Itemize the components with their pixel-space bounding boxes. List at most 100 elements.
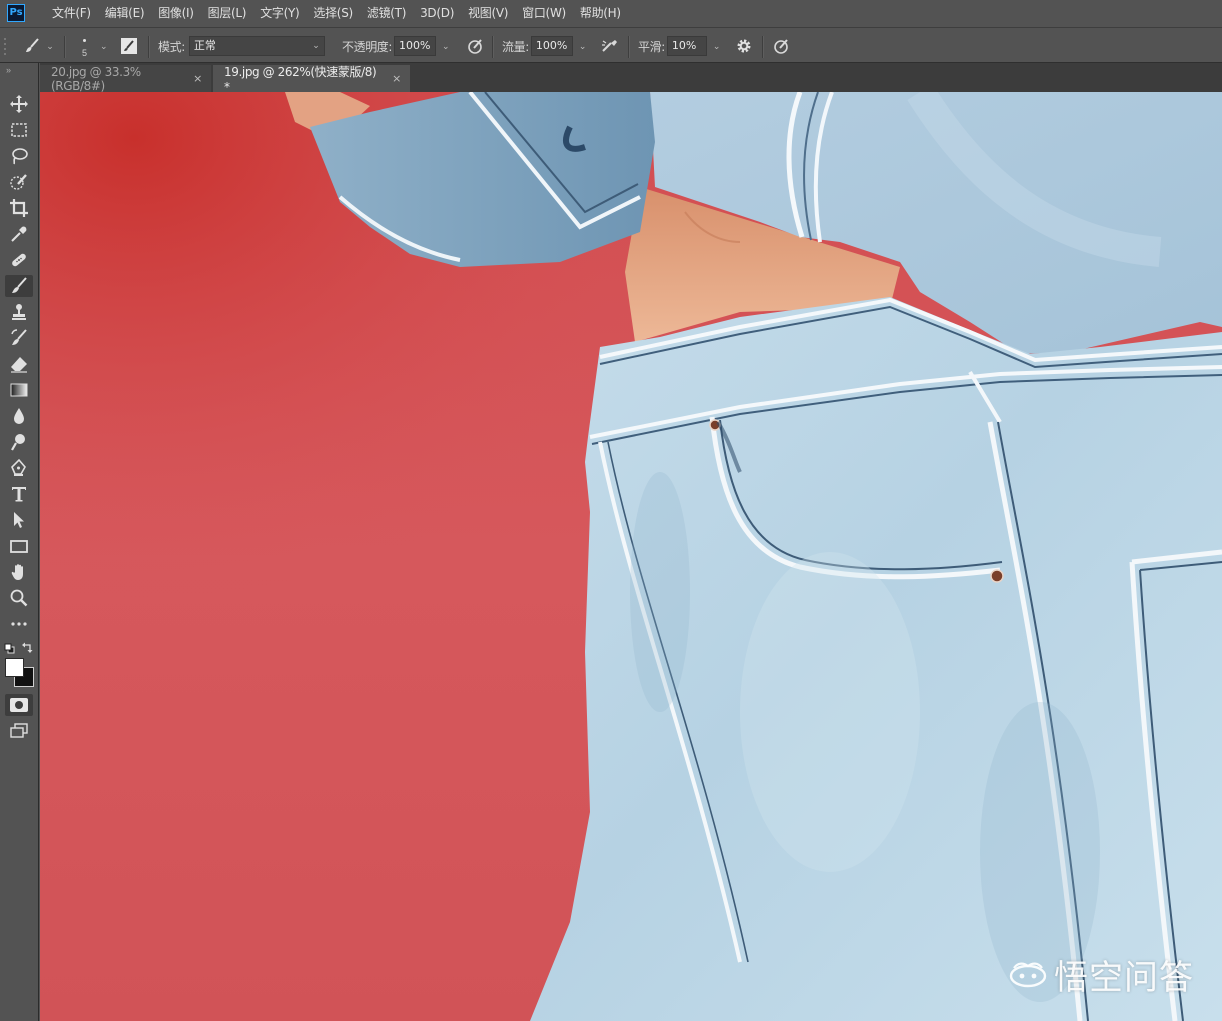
menu-window[interactable]: 窗口(W) — [515, 0, 573, 26]
watermark: 悟空问答 — [1008, 950, 1194, 999]
crop-tool[interactable] — [5, 197, 33, 219]
pressure-size-button[interactable] — [770, 28, 792, 64]
move-icon — [10, 95, 28, 113]
menu-layer[interactable]: 图层(L) — [201, 0, 254, 26]
foreground-color-swatch[interactable] — [5, 658, 24, 677]
options-grip-icon — [4, 28, 8, 64]
zoom-tool[interactable] — [5, 587, 33, 609]
airbrush-button[interactable] — [598, 28, 622, 64]
type-icon — [12, 487, 26, 502]
chevron-down-icon: ⌄ — [312, 41, 320, 51]
menu-select[interactable]: 选择(S) — [306, 0, 359, 26]
clone-stamp-tool[interactable] — [5, 301, 33, 323]
brush-preset-icon — [26, 38, 39, 52]
brush-icon — [12, 277, 27, 293]
menu-filter[interactable]: 滤镜(T) — [360, 0, 413, 26]
canvas-image — [40, 92, 1222, 1021]
photoshop-logo[interactable]: Ps — [7, 4, 25, 22]
mode-label: 模式: — [158, 39, 185, 54]
marquee-icon — [11, 123, 27, 137]
screen-mode-icon — [10, 723, 28, 738]
flow-input[interactable]: 100% — [530, 36, 573, 56]
brush-settings-button[interactable] — [118, 28, 140, 64]
hand-tool[interactable] — [5, 561, 33, 583]
document-canvas[interactable]: 悟空问答 — [40, 92, 1222, 1021]
menu-type[interactable]: 文字(Y) — [253, 0, 306, 26]
healing-brush-icon — [12, 253, 26, 267]
quick-mask-button[interactable] — [5, 694, 33, 716]
pen-icon — [11, 458, 26, 476]
type-tool[interactable] — [5, 483, 33, 505]
brush-tip-icon — [83, 39, 86, 42]
close-icon[interactable]: × — [392, 72, 401, 85]
smoothing-dropdown-icon[interactable]: ⌄ — [713, 41, 721, 52]
document-tab-bar: 20.jpg @ 33.3%(RGB/8#) × 19.jpg @ 262%(快… — [40, 63, 1222, 94]
flow-value: 100% — [535, 39, 568, 52]
pen-tool[interactable] — [5, 457, 33, 479]
gradient-tool[interactable] — [5, 379, 33, 401]
quick-mask-icon — [10, 698, 28, 712]
rectangle-tool[interactable] — [5, 535, 33, 557]
collapse-panel-icon[interactable]: » — [6, 65, 11, 75]
smoothing-value: 10% — [671, 39, 697, 52]
eyedropper-icon — [11, 226, 27, 242]
hand-icon — [11, 564, 23, 580]
flow-label: 流量: — [502, 39, 529, 54]
brush-panel-icon — [121, 38, 137, 54]
menu-3d[interactable]: 3D(D) — [413, 0, 461, 26]
pressure-opacity-button[interactable] — [464, 28, 486, 64]
zoom-icon — [10, 589, 28, 607]
healing-brush-tool[interactable] — [5, 249, 33, 271]
swap-colors-icon[interactable] — [22, 642, 33, 656]
eraser-tool[interactable] — [5, 353, 33, 375]
brush-size-value: 5 — [82, 48, 88, 58]
brush-tool[interactable] — [5, 275, 33, 297]
tools-panel: » — [0, 63, 39, 1021]
lasso-tool[interactable] — [5, 145, 33, 167]
blur-tool[interactable] — [5, 405, 33, 427]
path-selection-tool[interactable] — [5, 509, 33, 531]
document-tab-active[interactable]: 19.jpg @ 262%(快速蒙版/8) * × — [213, 65, 410, 94]
opacity-input[interactable]: 100% — [394, 36, 437, 56]
crop-icon — [10, 199, 28, 217]
quick-selection-icon — [10, 174, 27, 190]
more-tools-icon — [11, 622, 27, 626]
tab-label: 20.jpg @ 33.3%(RGB/8#) — [51, 64, 141, 93]
gradient-icon — [10, 383, 28, 397]
smoothing-options-button[interactable] — [733, 28, 755, 64]
lasso-icon — [12, 148, 28, 165]
marquee-tool[interactable] — [5, 119, 33, 141]
more-tools-button[interactable] — [5, 613, 33, 635]
blend-mode-select[interactable]: 正常 ⌄ — [188, 36, 325, 56]
menu-image[interactable]: 图像(I) — [151, 0, 200, 26]
eraser-icon — [11, 357, 27, 373]
smoothing-label: 平滑: — [638, 39, 665, 54]
menu-file[interactable]: 文件(F) — [45, 0, 98, 26]
pressure-icon — [468, 39, 482, 54]
gear-icon — [737, 39, 751, 53]
brush-size-picker[interactable]: 5 ⌄ — [74, 28, 114, 64]
chevron-down-icon: ⌄ — [46, 40, 54, 51]
airbrush-icon — [602, 40, 617, 52]
dodge-tool[interactable] — [5, 431, 33, 453]
tab-label: 19.jpg @ 262%(快速蒙版/8) * — [224, 65, 377, 94]
document-tab[interactable]: 20.jpg @ 33.3%(RGB/8#) × — [40, 64, 211, 93]
default-colors-icon[interactable] — [4, 643, 15, 657]
tool-preset-picker[interactable]: ⌄ — [18, 28, 58, 64]
opacity-dropdown-icon[interactable]: ⌄ — [442, 41, 450, 52]
history-brush-tool[interactable] — [5, 327, 33, 349]
close-icon[interactable]: × — [193, 72, 202, 85]
screen-mode-button[interactable] — [5, 720, 33, 742]
pressure-size-icon — [774, 39, 788, 54]
smoothing-input[interactable]: 10% — [666, 36, 707, 56]
history-brush-icon — [11, 329, 27, 345]
flow-dropdown-icon[interactable]: ⌄ — [579, 41, 587, 52]
eyedropper-tool[interactable] — [5, 223, 33, 245]
menu-help[interactable]: 帮助(H) — [573, 0, 628, 26]
move-tool[interactable] — [5, 93, 33, 115]
opacity-label: 不透明度: — [342, 39, 393, 54]
quick-selection-tool[interactable] — [5, 171, 33, 193]
menu-view[interactable]: 视图(V) — [461, 0, 515, 26]
menu-edit[interactable]: 编辑(E) — [98, 0, 151, 26]
blur-icon — [14, 408, 24, 424]
